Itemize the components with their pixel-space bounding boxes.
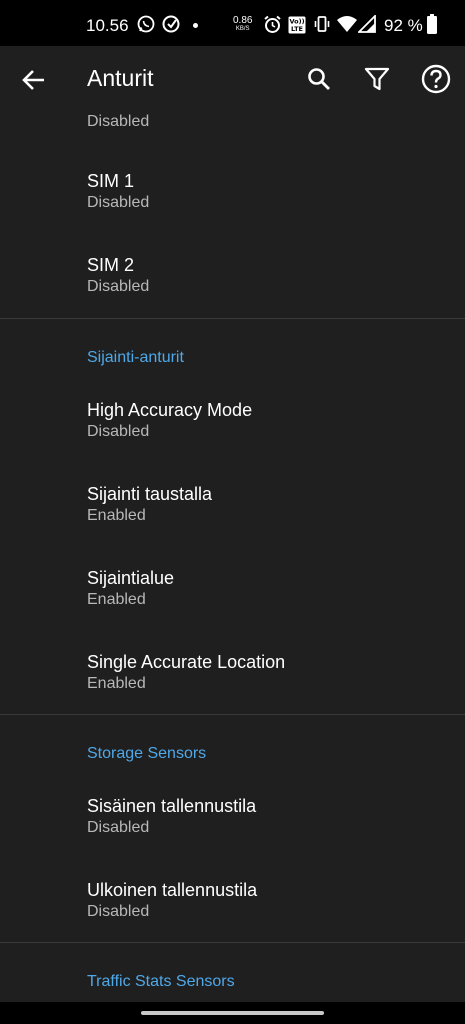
list-item-status: Enabled [87,507,146,524]
signal-icon [356,13,376,38]
section-divider [0,714,465,715]
volte-label-bottom: LTE [291,25,303,33]
whatsapp-icon [137,15,155,38]
notification-dot [193,23,198,28]
list-item-status: Enabled [87,675,146,692]
list-item-high-accuracy-mode[interactable]: High Accuracy Mode Disabled [87,399,252,442]
section-divider [0,942,465,943]
section-header-location: Sijainti-anturit [87,349,184,366]
list-item-title: Single Accurate Location [87,652,286,672]
list-item-title: SIM 1 [87,171,135,191]
battery-percent: 92 % [384,16,423,35]
list-item-partial[interactable]: Disabled [87,112,149,132]
vibrate-icon [313,15,331,38]
list-item-sim-2[interactable]: SIM 2 Disabled [87,254,149,297]
list-item-title: High Accuracy Mode [87,400,253,420]
list-item-location-zone[interactable]: Sijaintialue Enabled [87,567,174,610]
search-icon[interactable] [305,65,333,93]
navigation-bar [0,1002,465,1024]
list-item-title: Sijaintialue [87,568,175,588]
section-divider [0,318,465,319]
wifi-icon [336,15,358,38]
list-item-external-storage[interactable]: Ulkoinen tallennustila Disabled [87,879,257,922]
alarm-icon [263,15,282,39]
filter-icon[interactable] [363,65,391,93]
help-icon[interactable] [421,64,451,94]
list-item-status: Disabled [87,278,150,295]
gesture-handle[interactable] [141,1011,324,1015]
list-item-sim-1[interactable]: SIM 1 Disabled [87,170,149,213]
volte-icon: Vo)) LTE [288,16,306,39]
network-speed-unit: KB/S [235,26,250,32]
page-title: Anturit [87,65,154,91]
battery-icon [427,14,437,39]
network-speed: 0.86 KB/S [233,16,252,34]
list-item-title: Ulkoinen tallennustila [87,880,258,900]
section-header-traffic-stats: Traffic Stats Sensors [87,973,235,990]
list-item-status: Disabled [87,423,150,440]
list-item-background-location[interactable]: Sijainti taustalla Enabled [87,483,212,526]
list-item-title: SIM 2 [87,255,135,275]
list-item-status: Disabled [87,113,150,130]
section-header-storage: Storage Sensors [87,745,207,762]
list-item-status: Disabled [87,819,150,836]
list-item-title: Sijainti taustalla [87,484,213,504]
back-arrow-icon[interactable] [20,66,48,94]
list-item-internal-storage[interactable]: Sisäinen tallennustila Disabled [87,795,256,838]
app-bar: Anturit [0,46,465,112]
list-item-title: Sisäinen tallennustila [87,796,257,816]
sensor-list: Disabled SIM 1 Disabled SIM 2 Disabled S… [0,112,465,1002]
sync-app-icon [162,15,180,38]
list-item-status: Enabled [87,591,146,608]
list-item-status: Disabled [87,194,150,211]
status-bar: 10.56 0.86 KB/S Vo)) LTE 92 % [0,0,465,46]
list-item-status: Disabled [87,903,150,920]
status-time: 10.56 [86,16,129,35]
list-item-single-accurate-location[interactable]: Single Accurate Location Enabled [87,651,285,694]
